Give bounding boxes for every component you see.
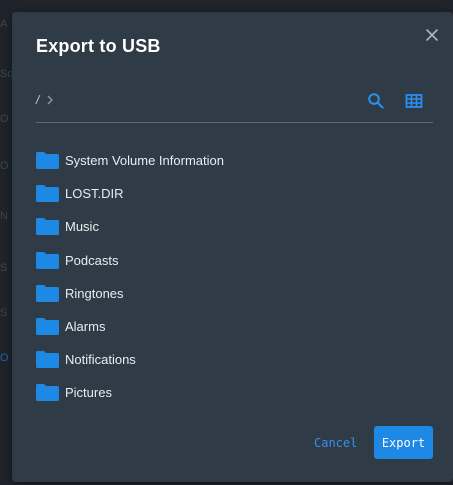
folder-label: Pictures <box>65 385 112 401</box>
folder-icon <box>36 351 59 369</box>
folder-item[interactable]: LOST.DIR <box>36 177 436 210</box>
background-fragment: Sc <box>0 68 13 80</box>
folder-list: System Volume Information LOST.DIR Music… <box>36 144 436 410</box>
folder-icon <box>36 185 59 203</box>
folder-item[interactable]: Alarms <box>36 310 436 343</box>
folder-item[interactable]: Pictures <box>36 376 436 409</box>
background-fragment: N <box>0 210 8 222</box>
background-fragment: A <box>0 18 8 30</box>
background-fragment: O <box>0 113 9 125</box>
folder-item[interactable]: Ringtones <box>36 277 436 310</box>
folder-icon <box>36 284 59 302</box>
folder-item[interactable]: Podcasts <box>36 244 436 277</box>
folder-label: Podcasts <box>65 252 119 268</box>
folder-label: LOST.DIR <box>65 186 124 202</box>
grid-view-button[interactable] <box>405 92 423 110</box>
export-dialog: Export to USB / System Volume Informatio… <box>12 12 453 482</box>
search-button[interactable] <box>367 92 385 110</box>
export-button[interactable]: Export <box>374 426 433 459</box>
background-fragment: S <box>0 307 8 319</box>
breadcrumb: / <box>36 90 55 110</box>
grid-view-icon <box>405 94 423 108</box>
folder-icon <box>36 384 59 402</box>
folder-label: Ringtones <box>65 285 124 301</box>
folder-label: Music <box>65 219 99 235</box>
folder-item[interactable]: Notifications <box>36 343 436 376</box>
breadcrumb-root[interactable]: / <box>36 93 39 107</box>
folder-icon <box>36 251 59 269</box>
search-icon <box>368 93 384 109</box>
close-button[interactable] <box>423 26 441 44</box>
divider <box>36 122 433 123</box>
folder-item[interactable]: Music <box>36 210 436 243</box>
folder-icon <box>36 152 59 170</box>
chevron-right-icon <box>47 95 54 105</box>
background-fragment: O <box>0 160 9 172</box>
dialog-title: Export to USB <box>36 36 161 56</box>
folder-label: System Volume Information <box>65 153 224 169</box>
folder-label: Notifications <box>65 352 136 368</box>
folder-label: Alarms <box>65 319 106 335</box>
background-fragment: S <box>0 262 8 274</box>
folder-icon <box>36 218 59 236</box>
cancel-button[interactable]: Cancel <box>314 436 357 450</box>
close-icon <box>426 29 438 41</box>
folder-item[interactable]: System Volume Information <box>36 144 436 177</box>
background-fragment: O <box>0 352 9 364</box>
folder-icon <box>36 318 59 336</box>
